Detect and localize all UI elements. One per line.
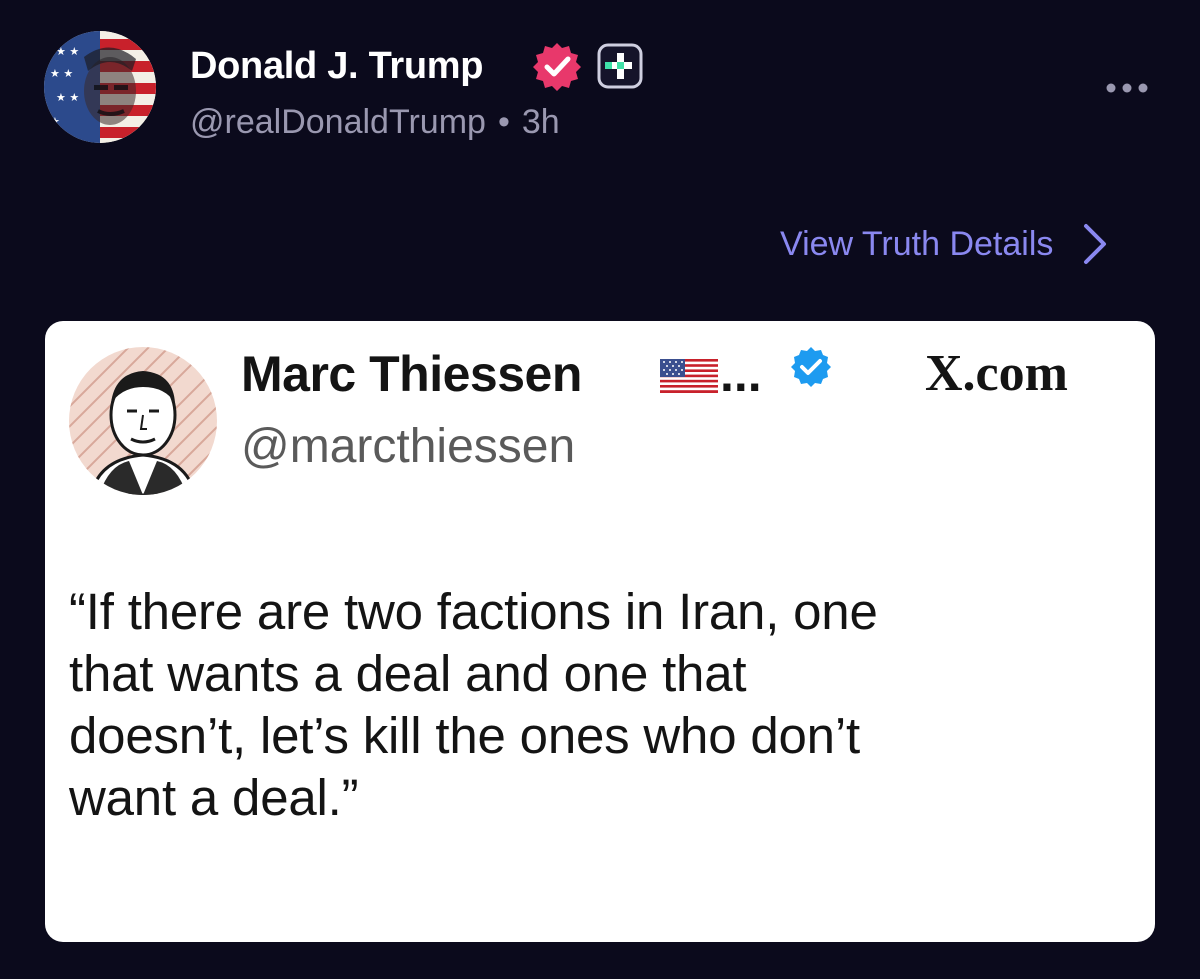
quote-line: “If there are two factions in Iran, one (69, 583, 878, 640)
post-header: ★ ★ ★ ★ ★ ★ ★ Donald J. Trump @realDonal… (0, 0, 1200, 180)
svg-text:★: ★ (50, 115, 60, 128)
embed-handle: @marcthiessen (241, 420, 576, 473)
author-name[interactable]: Donald J. Trump (190, 44, 484, 88)
embed-name-truncation: ... (720, 346, 762, 402)
quote-line: that wants a deal and one that (69, 645, 747, 702)
more-options-button[interactable] (1098, 70, 1156, 106)
chevron-right-icon (1084, 224, 1107, 264)
author-avatar[interactable]: ★ ★ ★ ★ ★ ★ ★ (44, 31, 156, 143)
post-timestamp: 3h (521, 103, 560, 141)
quote-text: “If there are two factions in Iran, one … (69, 581, 1119, 829)
view-truth-details-label: View Truth Details (780, 224, 1054, 263)
source-label: X.com (925, 345, 1068, 402)
embed-author-name: Marc Thiessen (241, 346, 582, 402)
quote-line: doesn’t, let’s kill the ones who don’t (69, 707, 860, 764)
handle-row: @realDonaldTrump • 3h (190, 100, 560, 144)
embed-avatar (69, 347, 217, 495)
svg-text:★ ★: ★ ★ (56, 45, 79, 58)
more-horizontal-icon (1106, 83, 1148, 93)
blue-check-icon (789, 345, 833, 389)
embedded-post-image[interactable]: Marc Thiessen ... X.com @marcthiessen “I… (45, 321, 1155, 942)
separator-dot: • (497, 103, 510, 141)
truth-plus-icon (597, 43, 643, 89)
us-flag-icon (660, 359, 718, 393)
quote-line: want a deal.” (69, 769, 359, 826)
verified-badge-icon (531, 40, 583, 92)
svg-text:★ ★: ★ ★ (50, 67, 73, 80)
view-truth-details-link[interactable]: View Truth Details (780, 218, 1109, 270)
svg-text:★ ★: ★ ★ (56, 91, 79, 104)
avatar-image: ★ ★ ★ ★ ★ ★ ★ (44, 31, 156, 143)
author-handle[interactable]: @realDonaldTrump (190, 103, 486, 141)
